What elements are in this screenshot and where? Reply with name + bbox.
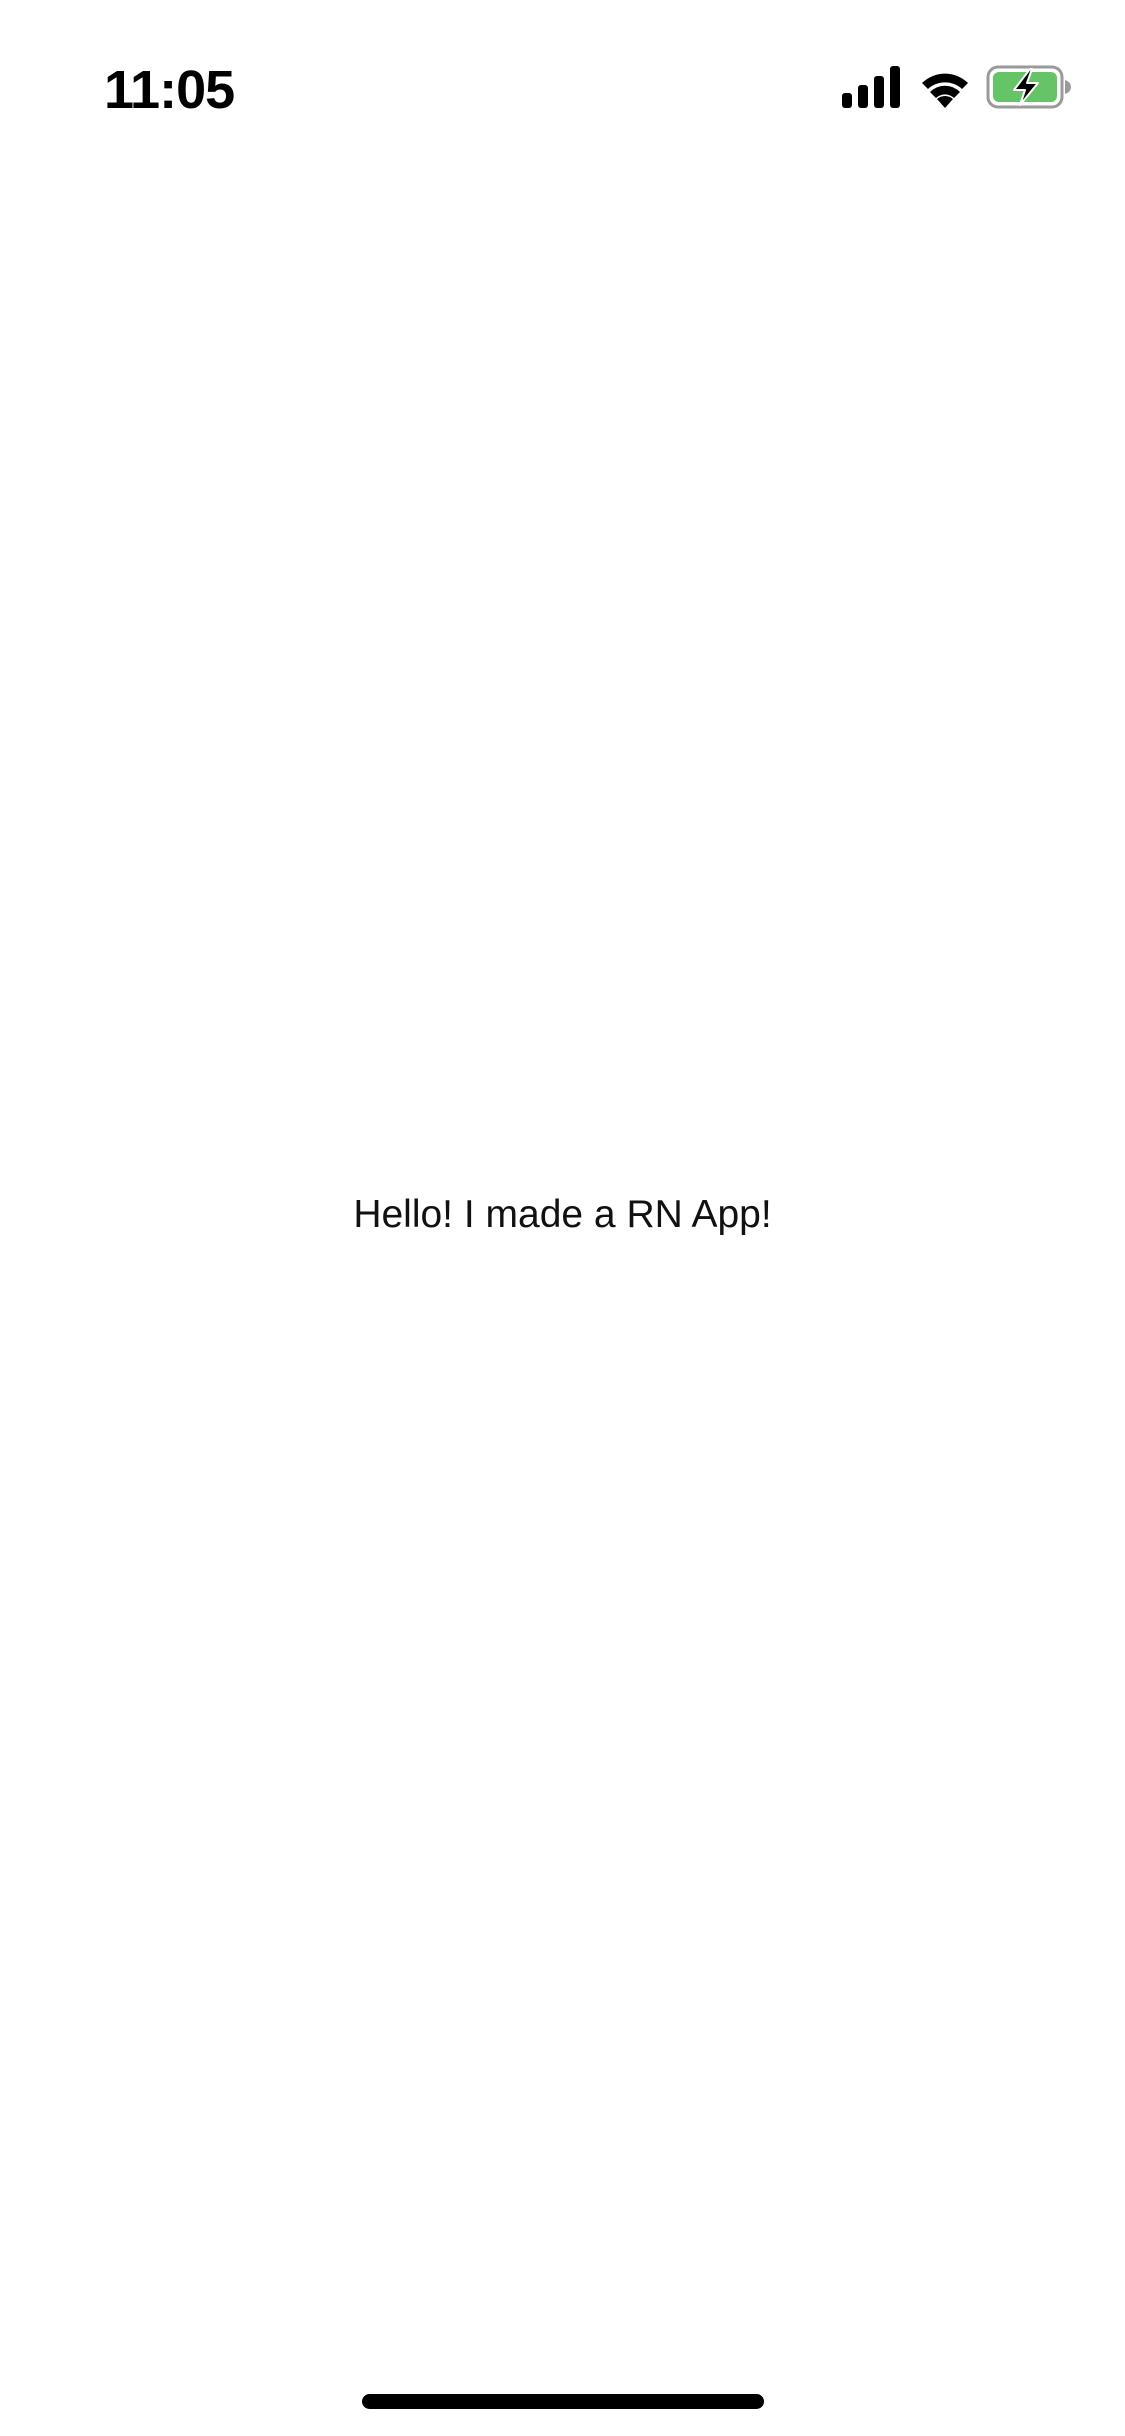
wifi-icon — [922, 73, 968, 108]
battery-charging-icon — [986, 65, 1071, 109]
home-indicator[interactable] — [362, 2394, 764, 2409]
app-screen: 11:05 Hello! I made a RN App! — [0, 0, 1125, 2436]
status-time: 11:05 — [104, 60, 235, 120]
hello-message: Hello! I made a RN App! — [353, 1193, 772, 1236]
status-bar: 11:05 — [0, 0, 1125, 140]
signal-icon — [842, 66, 900, 108]
